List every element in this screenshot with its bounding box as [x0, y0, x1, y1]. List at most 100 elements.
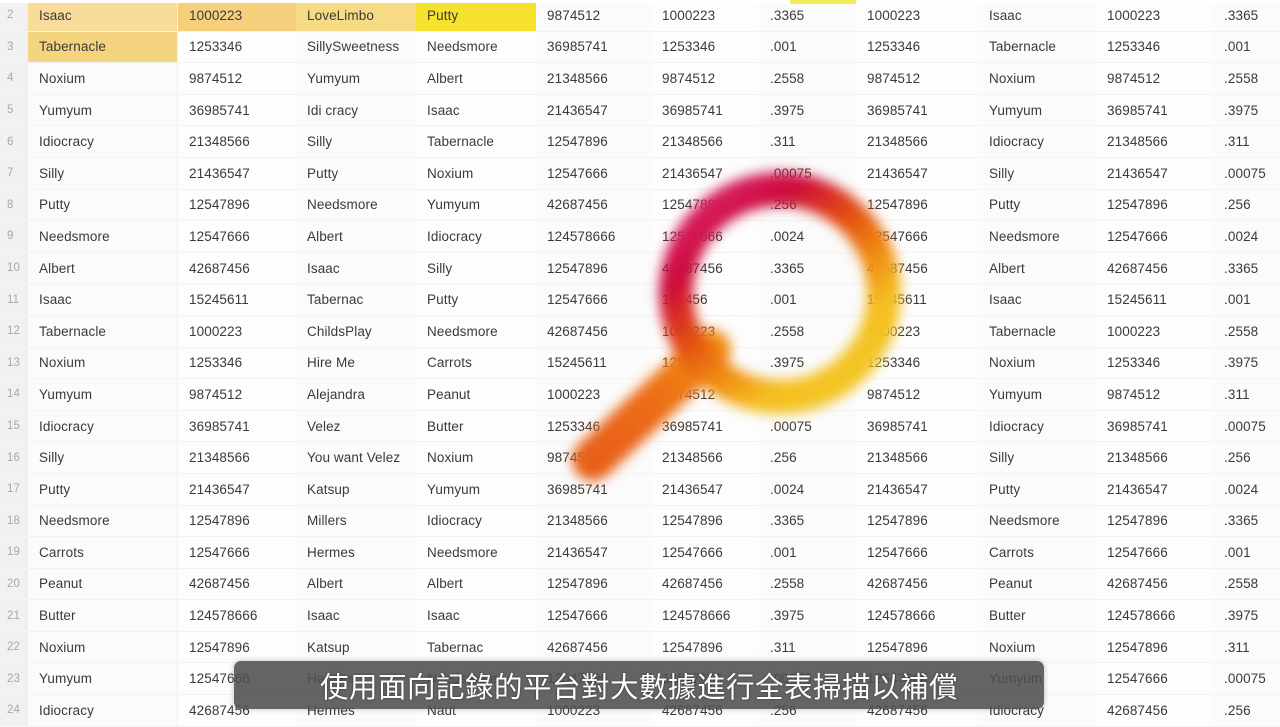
table-cell[interactable]: Isaac — [296, 252, 416, 285]
spreadsheet-grid[interactable]: 2 Isaac 1000223 LoveLimbo Putty 9874512 100022… — [0, 0, 1280, 727]
table-cell[interactable]: .00075 — [759, 410, 856, 443]
table-cell[interactable]: .001 — [759, 31, 856, 64]
table-cell[interactable]: 15245611 — [178, 284, 296, 316]
table-cell[interactable]: 124578666 — [178, 600, 296, 632]
table-cell[interactable]: Silly — [416, 252, 536, 285]
table-cell[interactable]: .0024 — [759, 473, 856, 506]
table-cell[interactable]: Noxium — [978, 63, 1096, 95]
table-cell[interactable]: 15245611 — [1096, 284, 1213, 316]
table-cell[interactable]: 1000223 — [536, 379, 651, 411]
table-cell[interactable]: Peanut — [416, 379, 536, 411]
table-cell[interactable]: Putty — [296, 157, 416, 190]
table-cell[interactable]: LoveLimbo — [296, 0, 416, 32]
table-cell[interactable]: Needsmore — [416, 31, 536, 64]
table-cell[interactable]: 1253346 — [651, 347, 759, 380]
table-cell[interactable]: 9874512 — [1096, 379, 1213, 411]
table-cell[interactable]: 12547666 — [536, 157, 651, 190]
table-cell[interactable]: Needsmore — [978, 221, 1096, 253]
table-cell[interactable]: .3975 — [759, 347, 856, 380]
table-cell[interactable]: .2558 — [1213, 568, 1280, 601]
table-cell[interactable]: .001 — [1213, 537, 1280, 569]
table-cell[interactable]: .3975 — [1213, 600, 1280, 632]
table-cell[interactable]: 12547896 — [536, 568, 651, 601]
table-cell[interactable]: 42687456 — [536, 631, 651, 664]
table-cell[interactable]: Carrots — [978, 537, 1096, 569]
table-cell[interactable]: Noxium — [416, 157, 536, 190]
table-cell[interactable]: Peanut — [978, 568, 1096, 601]
table-cell[interactable]: 1000223 — [856, 315, 978, 348]
table-cell[interactable]: .00075 — [759, 157, 856, 190]
table-cell[interactable]: 1000223 — [178, 0, 296, 32]
table-cell[interactable]: .311 — [1213, 379, 1280, 411]
table-cell[interactable]: 21436547 — [1096, 473, 1213, 506]
table-cell[interactable]: Noxium — [416, 442, 536, 474]
table-cell[interactable]: .256 — [1213, 442, 1280, 474]
table-cell[interactable]: Needsmore — [296, 189, 416, 222]
table-cell[interactable]: 36985741 — [178, 410, 296, 443]
table-cell[interactable]: Tabernac — [416, 631, 536, 664]
table-cell[interactable]: Idiocracy — [416, 221, 536, 253]
table-cell[interactable]: 12547896 — [178, 505, 296, 538]
table-cell[interactable]: Yumyum — [28, 663, 178, 696]
table-cell[interactable]: 1253346 — [856, 347, 978, 380]
table-cell[interactable]: Millers — [296, 505, 416, 538]
table-cell[interactable]: Butter — [978, 600, 1096, 632]
table-cell[interactable]: .2558 — [759, 568, 856, 601]
table-cell[interactable]: .00075 — [1213, 157, 1280, 190]
table-cell[interactable]: Butter — [28, 600, 178, 632]
table-cell[interactable]: 12547666 — [1096, 663, 1213, 696]
table-cell[interactable]: 21436547 — [536, 537, 651, 569]
table-cell[interactable]: Idiocracy — [28, 126, 178, 158]
table-cell[interactable]: Albert — [28, 252, 178, 285]
table-cell[interactable]: 124578666 — [856, 600, 978, 632]
table-cell[interactable]: .2558 — [1213, 63, 1280, 95]
table-cell[interactable]: 21348566 — [856, 126, 978, 158]
table-cell[interactable]: 12547896 — [1096, 189, 1213, 222]
table-cell[interactable]: 42687456 — [856, 252, 978, 285]
table-cell[interactable]: You want Velez — [296, 442, 416, 474]
table-cell[interactable]: .001 — [1213, 31, 1280, 64]
table-cell[interactable]: .311 — [1213, 631, 1280, 664]
table-cell[interactable]: 1253346 — [178, 31, 296, 64]
table-cell[interactable]: .256 — [1213, 189, 1280, 222]
table-cell[interactable]: .0024 — [1213, 473, 1280, 506]
table-cell[interactable]: 12547896 — [536, 126, 651, 158]
table-cell[interactable]: Silly — [296, 126, 416, 158]
table-cell[interactable]: .256 — [759, 189, 856, 222]
table-cell[interactable]: .3975 — [1213, 94, 1280, 127]
table-cell[interactable]: 42687456 — [1096, 252, 1213, 285]
table-cell[interactable]: Isaac — [28, 284, 178, 316]
table-cell[interactable]: 12547896 — [178, 631, 296, 664]
table-cell[interactable]: Silly — [28, 157, 178, 190]
table-cell[interactable]: Yumyum — [296, 63, 416, 95]
table-cell[interactable]: Isaac — [416, 600, 536, 632]
table-cell[interactable]: Silly — [978, 442, 1096, 474]
table-cell[interactable]: 9874512 — [856, 379, 978, 411]
table-cell[interactable]: Putty — [416, 0, 536, 32]
table-cell[interactable]: .256 — [1213, 695, 1280, 727]
table-cell[interactable]: .3365 — [1213, 505, 1280, 538]
table-cell[interactable]: 1253346 — [178, 347, 296, 380]
table-cell[interactable]: 152456 — [651, 284, 759, 316]
table-cell[interactable]: 12547896 — [856, 631, 978, 664]
table-cell[interactable]: Velez — [296, 410, 416, 443]
table-cell[interactable]: 12547896 — [651, 189, 759, 222]
table-cell[interactable]: 9874512 — [1096, 63, 1213, 95]
table-cell[interactable]: Albert — [416, 568, 536, 601]
table-cell[interactable]: .3365 — [759, 0, 856, 32]
table-cell[interactable]: 36985741 — [1096, 410, 1213, 443]
table-cell[interactable]: Putty — [978, 473, 1096, 506]
table-cell[interactable]: 12547666 — [856, 537, 978, 569]
table-cell[interactable]: 12547896 — [651, 505, 759, 538]
table-cell[interactable]: Katsup — [296, 473, 416, 506]
table-cell[interactable]: Hermes — [296, 537, 416, 569]
table-cell[interactable]: 42687456 — [856, 568, 978, 601]
table-cell[interactable]: 1253346 — [1096, 347, 1213, 380]
table-cell[interactable]: Isaac — [978, 0, 1096, 32]
table-cell[interactable]: 12547896 — [1096, 631, 1213, 664]
table-cell[interactable]: 21348566 — [1096, 442, 1213, 474]
table-cell[interactable]: Yumyum — [978, 379, 1096, 411]
table-cell[interactable]: 36985741 — [536, 31, 651, 64]
table-cell[interactable]: Butter — [416, 410, 536, 443]
table-cell[interactable]: Yumyum — [28, 379, 178, 411]
